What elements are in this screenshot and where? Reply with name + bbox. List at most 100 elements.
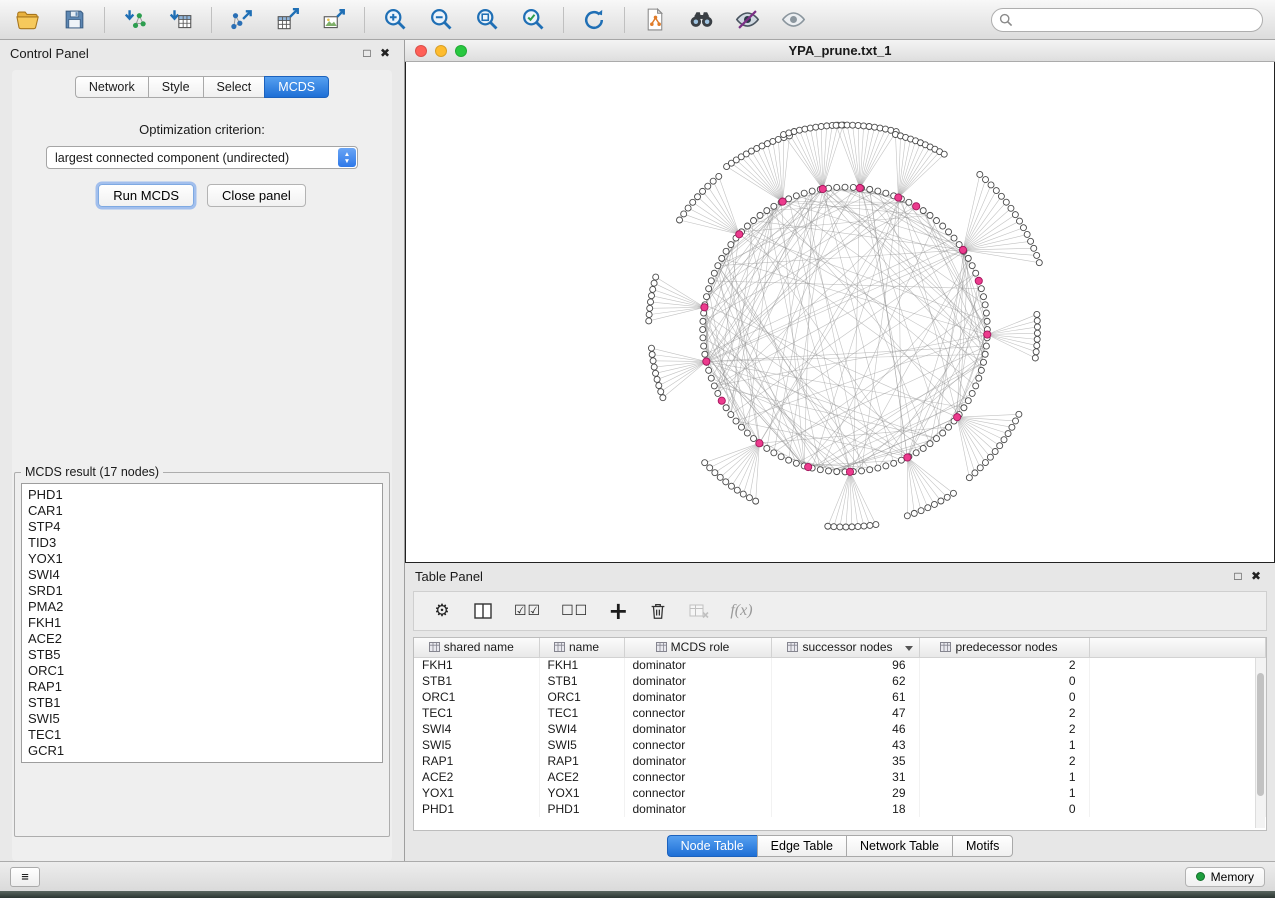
add-column-icon[interactable]: + bbox=[606, 597, 630, 625]
mcds-result-item[interactable]: ORC1 bbox=[28, 663, 376, 679]
close-panel-button[interactable]: Close panel bbox=[207, 184, 306, 207]
window-close-icon[interactable] bbox=[415, 45, 427, 57]
open-file-icon[interactable] bbox=[12, 5, 44, 35]
scrollbar-thumb[interactable] bbox=[1257, 673, 1264, 795]
mcds-result-item[interactable]: YOX1 bbox=[28, 551, 376, 567]
column-header-predecessor-nodes[interactable]: predecessor nodes bbox=[919, 638, 1089, 657]
table-cell-filler bbox=[1089, 721, 1266, 737]
window-zoom-icon[interactable] bbox=[455, 45, 467, 57]
mcds-result-item[interactable]: STP4 bbox=[28, 519, 376, 535]
network-canvas[interactable] bbox=[405, 62, 1275, 563]
mcds-result-item[interactable]: FKH1 bbox=[28, 615, 376, 631]
mcds-result-item[interactable]: TEC1 bbox=[28, 727, 376, 743]
table-cell: dominator bbox=[624, 657, 771, 673]
column-header-name[interactable]: name bbox=[539, 638, 624, 657]
zoom-out-icon[interactable] bbox=[425, 5, 457, 35]
control-panel-title: Control Panel bbox=[10, 46, 89, 61]
tab-motifs[interactable]: Motifs bbox=[952, 835, 1013, 857]
table-row[interactable]: TEC1TEC1connector472 bbox=[414, 705, 1266, 721]
table-cell: 1 bbox=[919, 785, 1089, 801]
table-cell: 96 bbox=[771, 657, 919, 673]
import-table-icon[interactable] bbox=[165, 5, 197, 35]
table-cell: SWI5 bbox=[539, 737, 624, 753]
select-all-columns-icon[interactable]: ☑☑ bbox=[512, 597, 543, 625]
close-panel-icon[interactable]: ✖ bbox=[1247, 567, 1265, 585]
mcds-result-item[interactable]: TID3 bbox=[28, 535, 376, 551]
table-row[interactable]: STB1STB1dominator620 bbox=[414, 673, 1266, 689]
tab-network[interactable]: Network bbox=[75, 76, 148, 98]
deselect-all-columns-icon[interactable]: ☐☐ bbox=[559, 597, 590, 625]
table-cell-filler bbox=[1089, 769, 1266, 785]
task-history-menu-icon[interactable]: ≡ bbox=[10, 867, 40, 887]
mcds-result-item[interactable]: GCR1 bbox=[28, 743, 376, 759]
toolbar-separator bbox=[364, 7, 365, 33]
table-cell: 62 bbox=[771, 673, 919, 689]
search-input[interactable] bbox=[991, 8, 1263, 32]
export-image-icon[interactable] bbox=[318, 5, 350, 35]
table-row[interactable]: YOX1YOX1connector291 bbox=[414, 785, 1266, 801]
table-row[interactable]: RAP1RAP1dominator352 bbox=[414, 753, 1266, 769]
table-cell: dominator bbox=[624, 721, 771, 737]
tab-select[interactable]: Select bbox=[203, 76, 265, 98]
find-binoculars-icon[interactable] bbox=[685, 5, 717, 35]
table-cell: PHD1 bbox=[414, 801, 539, 817]
tab-style[interactable]: Style bbox=[148, 76, 203, 98]
table-cell: 0 bbox=[919, 689, 1089, 705]
criterion-dropdown[interactable]: largest connected component (undirected)… bbox=[46, 146, 358, 169]
tab-network-table[interactable]: Network Table bbox=[846, 835, 952, 857]
mcds-result-item[interactable]: SRD1 bbox=[28, 583, 376, 599]
table-cell: RAP1 bbox=[539, 753, 624, 769]
mcds-result-title: MCDS result (17 nodes) bbox=[21, 465, 163, 479]
mcds-result-item[interactable]: PHD1 bbox=[28, 487, 376, 503]
zoom-selected-icon[interactable] bbox=[517, 5, 549, 35]
close-panel-icon[interactable]: ✖ bbox=[376, 44, 394, 62]
sort-chevron-icon bbox=[905, 646, 913, 651]
zoom-in-icon[interactable] bbox=[379, 5, 411, 35]
import-network-icon[interactable] bbox=[119, 5, 151, 35]
mcds-result-item[interactable]: PMA2 bbox=[28, 599, 376, 615]
mcds-result-item[interactable]: RAP1 bbox=[28, 679, 376, 695]
float-panel-icon[interactable]: □ bbox=[1229, 567, 1247, 585]
delete-column-trash-icon[interactable] bbox=[646, 597, 670, 625]
save-session-icon[interactable] bbox=[58, 5, 90, 35]
mcds-result-item[interactable]: CAR1 bbox=[28, 503, 376, 519]
export-network-icon[interactable] bbox=[226, 5, 258, 35]
table-cell: FKH1 bbox=[414, 657, 539, 673]
mcds-result-item[interactable]: SWI5 bbox=[28, 711, 376, 727]
table-row[interactable]: FKH1FKH1dominator962 bbox=[414, 657, 1266, 673]
show-columns-icon[interactable] bbox=[470, 597, 496, 625]
run-mcds-button[interactable]: Run MCDS bbox=[98, 184, 194, 207]
mcds-result-item[interactable]: STB1 bbox=[28, 695, 376, 711]
control-panel-tabs: NetworkStyleSelectMCDS bbox=[12, 76, 392, 98]
float-panel-icon[interactable]: □ bbox=[358, 44, 376, 62]
window-minimize-icon[interactable] bbox=[435, 45, 447, 57]
export-table-icon[interactable] bbox=[272, 5, 304, 35]
column-header-MCDS-role[interactable]: MCDS role bbox=[624, 638, 771, 657]
table-row[interactable]: ORC1ORC1dominator610 bbox=[414, 689, 1266, 705]
show-details-eye-icon[interactable] bbox=[777, 5, 809, 35]
function-builder-icon: f(x) bbox=[728, 597, 754, 625]
table-cell: dominator bbox=[624, 753, 771, 769]
column-header-successor-nodes[interactable]: successor nodes bbox=[771, 638, 919, 657]
optimization-criterion-label: Optimization criterion: bbox=[12, 122, 392, 137]
zoom-fit-icon[interactable] bbox=[471, 5, 503, 35]
mcds-result-item[interactable]: STB5 bbox=[28, 647, 376, 663]
mcds-result-item[interactable]: SWI4 bbox=[28, 567, 376, 583]
mcds-result-item[interactable]: ACE2 bbox=[28, 631, 376, 647]
table-row[interactable]: SWI4SWI4dominator462 bbox=[414, 721, 1266, 737]
hide-details-eye-icon[interactable] bbox=[731, 5, 763, 35]
table-cell: 35 bbox=[771, 753, 919, 769]
tab-node-table[interactable]: Node Table bbox=[667, 835, 757, 857]
table-cell: ORC1 bbox=[539, 689, 624, 705]
apply-layout-icon[interactable] bbox=[578, 5, 610, 35]
memory-button[interactable]: Memory bbox=[1185, 867, 1265, 887]
table-row[interactable]: SWI5SWI5connector431 bbox=[414, 737, 1266, 753]
tab-edge-table[interactable]: Edge Table bbox=[757, 835, 846, 857]
table-cell: connector bbox=[624, 705, 771, 721]
tab-mcds[interactable]: MCDS bbox=[264, 76, 329, 98]
table-row[interactable]: PHD1PHD1dominator180 bbox=[414, 801, 1266, 817]
share-document-icon[interactable] bbox=[639, 5, 671, 35]
table-settings-gear-icon[interactable]: ⚙ bbox=[430, 597, 454, 625]
table-row[interactable]: ACE2ACE2connector311 bbox=[414, 769, 1266, 785]
column-header-shared-name[interactable]: shared name bbox=[414, 638, 539, 657]
